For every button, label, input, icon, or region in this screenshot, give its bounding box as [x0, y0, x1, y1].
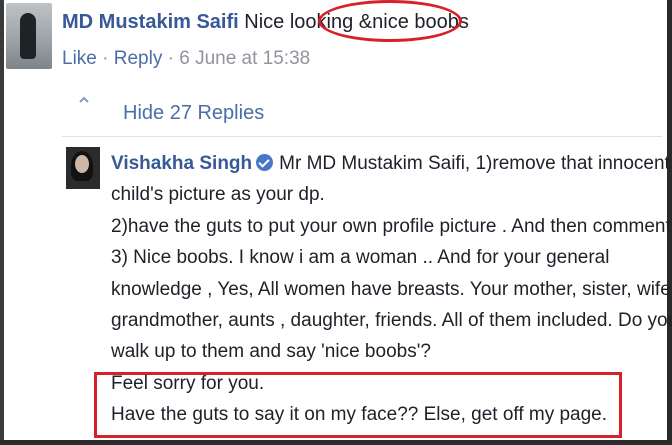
reply-line: child's picture as your dp. — [111, 184, 325, 206]
chevron-up-icon[interactable] — [78, 94, 90, 106]
commenter-avatar[interactable] — [6, 3, 52, 69]
reply-text-line: Mr MD Mustakim Saifi, 1)remove that inno… — [279, 153, 670, 174]
reply-line: knowledge , Yes, All women have breasts.… — [111, 278, 672, 300]
comment-thread: MD Mustakim Saifi Nice looking &nice boo… — [0, 0, 672, 445]
reply-line: grandmother, aunts , daughter, friends. … — [111, 310, 672, 332]
reply-link[interactable]: Reply — [114, 48, 163, 69]
red-box-annotation — [94, 372, 622, 438]
bottom-edge — [0, 440, 672, 445]
comment-author-link[interactable]: MD Mustakim Saifi — [62, 11, 239, 33]
reply-line: walk up to them and say 'nice boobs'? — [111, 341, 431, 363]
reply-line: 2)have the guts to put your own profile … — [111, 215, 672, 237]
like-link[interactable]: Like — [62, 48, 97, 69]
red-circle-annotation — [318, 0, 462, 42]
comment-actions: Like · Reply · 6 June at 15:38 — [62, 46, 310, 72]
reply-line: 3) Nice boobs. I know i am a woman .. An… — [111, 247, 610, 269]
separator: · — [102, 48, 109, 69]
reply-author-link[interactable]: Vishakha Singh — [111, 153, 252, 174]
avatar-face — [75, 155, 89, 173]
separator: · — [167, 48, 174, 69]
verified-badge-icon — [256, 154, 274, 171]
divider — [62, 136, 662, 137]
hide-replies-link[interactable]: Hide 27 Replies — [123, 100, 264, 126]
reply-line: Vishakha Singh Mr MD Mustakim Saifi, 1)re… — [111, 148, 670, 179]
reply-author-avatar[interactable] — [66, 147, 100, 189]
comment-timestamp[interactable]: 6 June at 15:38 — [179, 48, 310, 69]
left-edge — [0, 0, 4, 445]
avatar-figure — [20, 13, 36, 59]
